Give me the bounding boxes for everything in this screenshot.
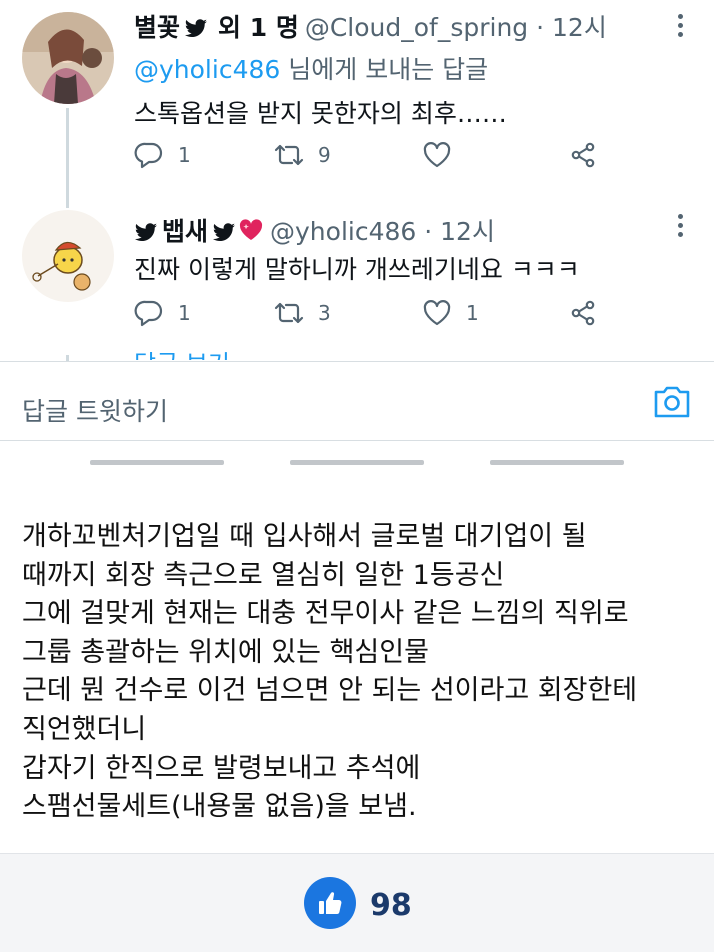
heart-icon (423, 300, 451, 326)
tweet-text: 스톡옵션을 받지 못한자의 최후…… (134, 99, 507, 128)
like-count: 1 (466, 301, 479, 325)
tweet-text: 진짜 이렇게 말하니까 개쓰레기네요 ㅋㅋㅋ (134, 255, 580, 284)
recommend-button[interactable] (304, 877, 356, 929)
twitter-bird-icon (212, 220, 236, 241)
caption-line: 그룹 총괄하는 위치에 있는 핵심인물 (22, 636, 429, 668)
tweet-header: 뱁새 @yholic486 · 12시 (134, 212, 495, 248)
reply-input-placeholder[interactable]: 답글 트윗하기 (22, 392, 168, 428)
share-button[interactable] (568, 298, 612, 328)
mention-link[interactable]: @yholic486 (134, 55, 280, 84)
reply-button[interactable]: 1 (134, 298, 191, 328)
twitter-bird-icon (184, 16, 208, 37)
reply-icon (134, 142, 163, 169)
tab-indicator (490, 460, 624, 465)
tweet-1: 별꽃 외 1 명 @Cloud_of_spring · 12시 @yholic4… (0, 0, 714, 208)
tab-indicator-bar (0, 460, 714, 468)
divider (0, 440, 714, 441)
retweet-count: 9 (318, 143, 331, 167)
camera-icon[interactable] (652, 384, 692, 420)
heart-icon (423, 142, 451, 168)
display-name[interactable]: 별꽃 (134, 8, 180, 44)
thumbs-up-icon (319, 892, 342, 914)
handle-time: @yholic486 · 12시 (270, 217, 495, 246)
reply-compose-bar[interactable]: 답글 트윗하기 (0, 362, 714, 440)
sparkling-heart-icon (238, 218, 264, 242)
display-name[interactable]: 뱁새 (162, 212, 208, 248)
share-button[interactable] (568, 140, 612, 170)
caption-line: 갑자기 한직으로 발령보내고 추석에 (22, 752, 421, 784)
avatar[interactable] (22, 12, 114, 104)
caption-line: 개하꼬벤처기업일 때 입사해서 글로벌 대기업이 될 (22, 521, 587, 552)
thread-line (66, 108, 69, 208)
tab-indicator (290, 460, 424, 465)
caption-line: 스팸선물세트(내용물 없음)을 보냄. (22, 791, 417, 823)
caption-line: 근데 뭔 건수로 이건 넘으면 안 되는 선이라고 회장한테 (22, 675, 638, 707)
retweet-button[interactable]: 9 (274, 140, 331, 170)
tweet-actions: 1 3 1 (134, 296, 614, 332)
share-icon (571, 300, 595, 326)
reply-to-label: 님에게 보내는 답글 (280, 55, 489, 84)
caption-line: 때까지 회장 측근으로 열심히 일한 1등공신 (22, 559, 505, 591)
retweet-icon (274, 302, 304, 324)
more-options-icon[interactable] (678, 214, 684, 241)
post-caption: 개하꼬벤처기업일 때 입사해서 글로벌 대기업이 될 때까지 회장 측근으로 열… (22, 518, 702, 827)
avatar[interactable] (22, 210, 114, 302)
recommend-count: 98 (370, 888, 412, 923)
tweet-2: 뱁새 @yholic486 · 12시 진짜 이렇게 말하니까 개쓰레기네요 ㅋ… (0, 200, 714, 362)
caption-line: 직언했더니 (22, 713, 147, 745)
tweet-actions: 1 9 (134, 138, 614, 174)
retweet-count: 3 (318, 301, 331, 325)
reply-icon (134, 300, 163, 327)
like-button[interactable] (422, 140, 466, 170)
retweet-button[interactable]: 3 (274, 298, 331, 328)
retweet-icon (274, 144, 304, 166)
post-footer: 98 (0, 853, 714, 952)
twitter-bird-icon (134, 220, 158, 241)
tab-indicator (90, 460, 224, 465)
like-button[interactable]: 1 (422, 298, 479, 328)
reply-count: 1 (178, 301, 191, 325)
caption-line: 그에 걸맞게 현재는 대충 전무이사 같은 느낌의 직위로 (22, 598, 629, 630)
more-options-icon[interactable] (678, 14, 684, 41)
handle-time: @Cloud_of_spring · 12시 (304, 13, 607, 42)
reply-context: @yholic486 님에게 보내는 답글 (134, 50, 488, 86)
share-icon (571, 142, 595, 168)
reply-button[interactable]: 1 (134, 140, 191, 170)
reply-count: 1 (178, 143, 191, 167)
coauthor-count: 외 1 명 (218, 13, 299, 42)
show-replies-link-cutoff[interactable]: 답글 보기 (134, 352, 230, 360)
tweet-header: 별꽃 외 1 명 @Cloud_of_spring · 12시 (134, 8, 607, 44)
